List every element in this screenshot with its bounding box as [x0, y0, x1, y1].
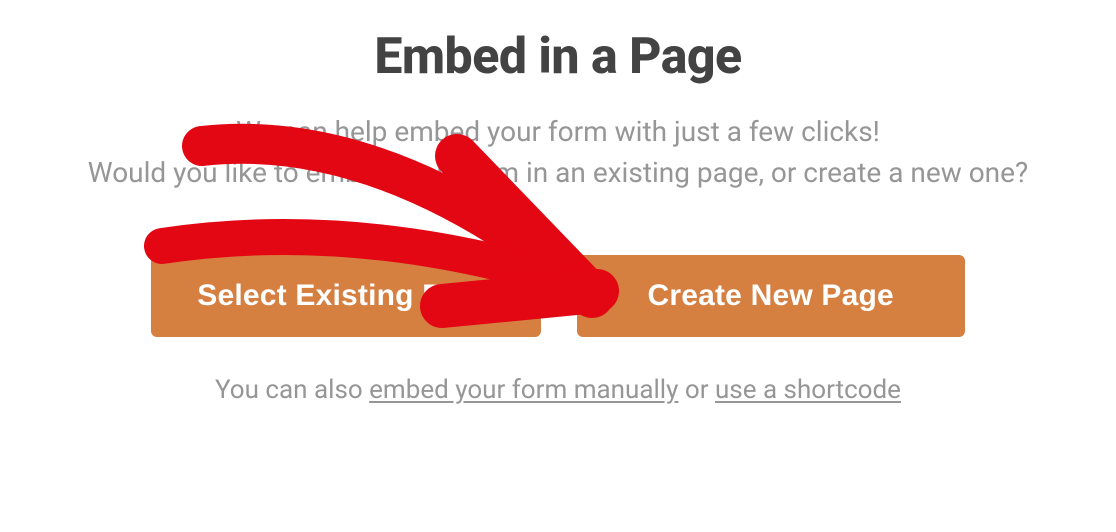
dialog-heading: Embed in a Page [374, 28, 741, 86]
create-new-page-button[interactable]: Create New Page [577, 255, 965, 337]
footer-middle: or [678, 375, 715, 405]
subtext-line2: Would you like to embed your form in an … [88, 156, 1028, 189]
button-row: Select Existing Page Create New Page [151, 255, 964, 337]
use-shortcode-link[interactable]: use a shortcode [715, 375, 901, 405]
footer-text: You can also embed your form manually or… [215, 375, 901, 405]
dialog-subtext: We can help embed your form with just a … [88, 112, 1028, 193]
embed-manually-link[interactable]: embed your form manually [369, 375, 678, 405]
embed-dialog: Embed in a Page We can help embed your f… [0, 0, 1116, 532]
subtext-line1: We can help embed your form with just a … [236, 115, 880, 148]
select-existing-page-button[interactable]: Select Existing Page [151, 255, 540, 337]
footer-prefix: You can also [215, 375, 369, 405]
